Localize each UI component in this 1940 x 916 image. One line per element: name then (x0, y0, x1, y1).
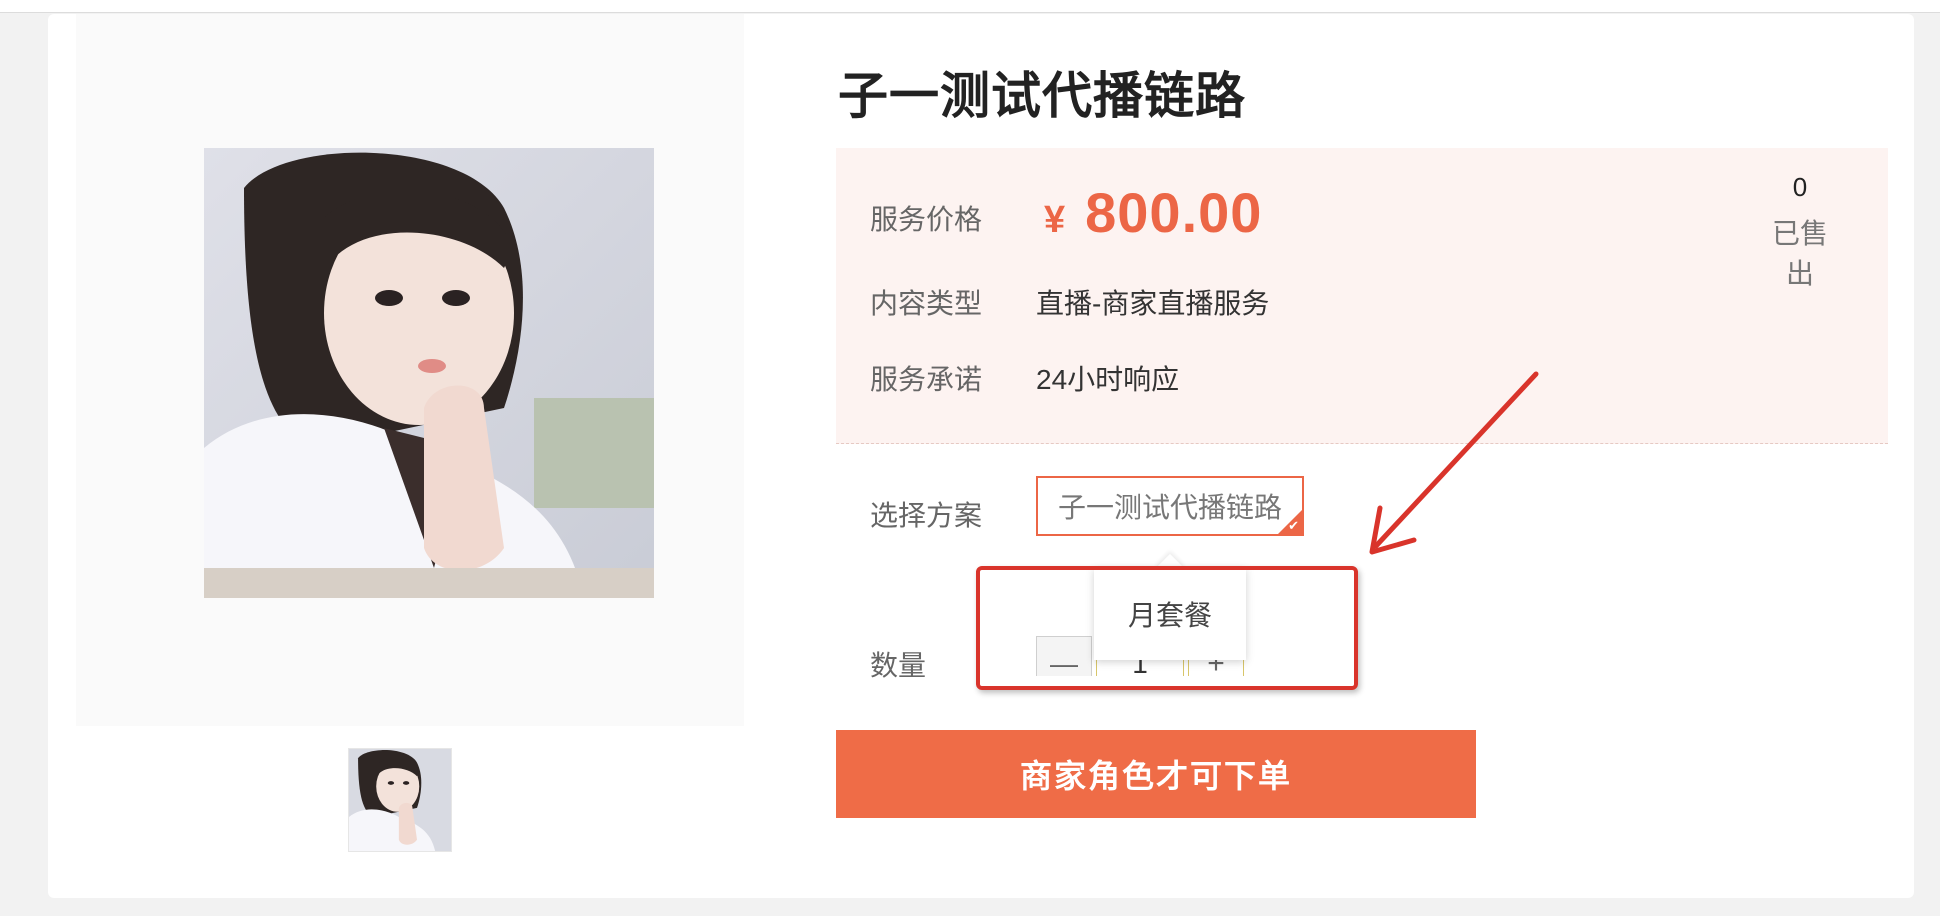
content-type-label: 内容类型 (870, 288, 983, 319)
main-product-image (204, 148, 654, 598)
quantity-label: 数量 (870, 650, 927, 681)
sold-count: 0 (1792, 172, 1808, 202)
service-promise-value: 24小时响应 (1036, 364, 1180, 395)
place-order-button[interactable]: 商家角色才可下单 (836, 730, 1476, 818)
service-promise-label: 服务承诺 (870, 364, 983, 395)
thumbnail-image[interactable] (348, 748, 452, 852)
content-type-value: 直播-商家直播服务 (1036, 288, 1270, 319)
check-icon: ✔ (1288, 518, 1299, 533)
annotation-highlight-box (976, 566, 1358, 690)
top-divider (0, 0, 1940, 13)
arrow-icon (1369, 371, 1539, 555)
plan-option-label: 子一测试代播链路 (1057, 492, 1282, 523)
plan-option-selected[interactable]: 子一测试代播链路 ✔ (1036, 476, 1304, 536)
price-label: 服务价格 (870, 204, 983, 235)
sold-label: 已售出 (1771, 218, 1828, 289)
product-title: 子一测试代播链路 (838, 68, 1246, 124)
plan-label: 选择方案 (870, 500, 983, 531)
price-value: 800.00 (1085, 181, 1263, 244)
price-display: ¥ 800.00 (1044, 180, 1262, 245)
currency-symbol: ¥ (1044, 199, 1066, 241)
